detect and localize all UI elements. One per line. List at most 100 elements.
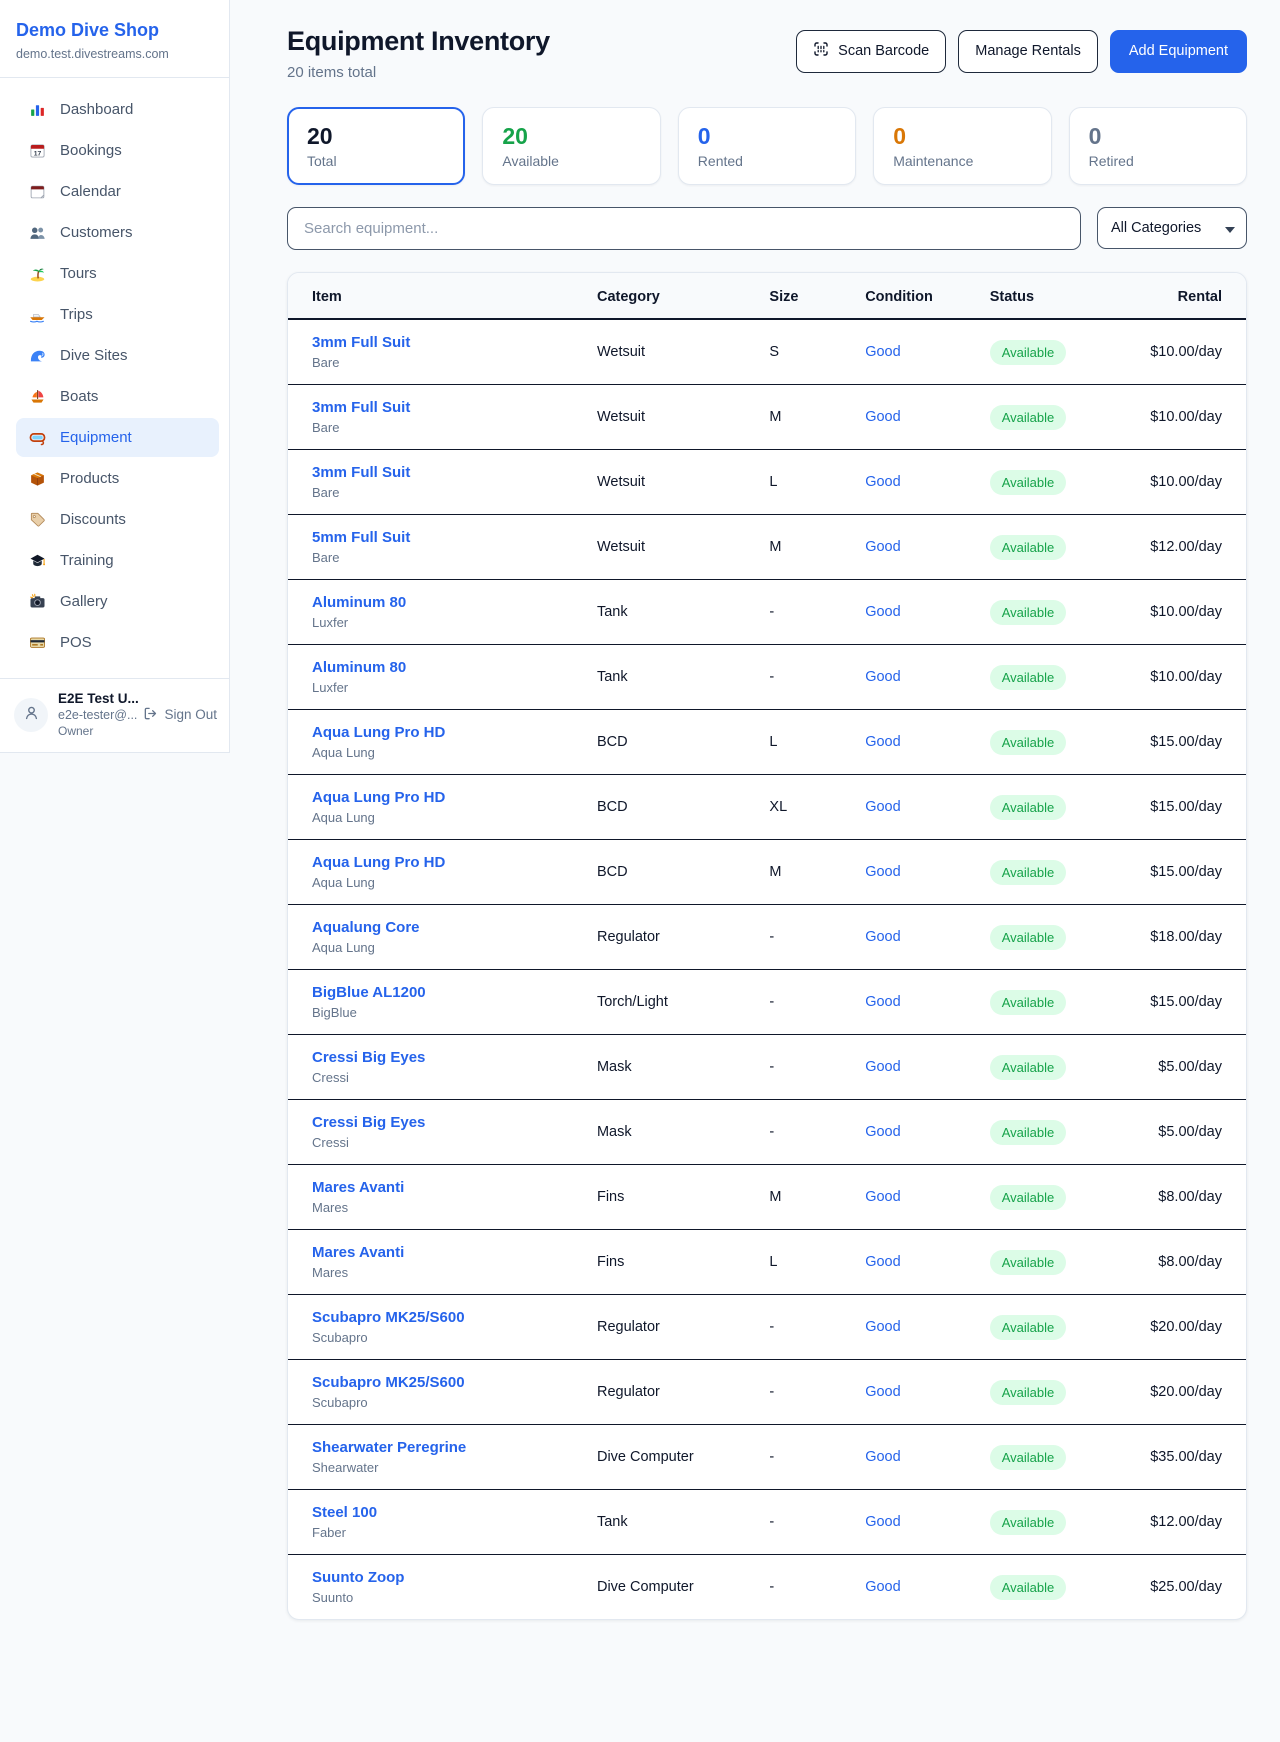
condition-link[interactable]: Good [865, 1514, 900, 1530]
status-badge: Available [990, 1380, 1067, 1405]
sidebar-item-boats[interactable]: Boats [16, 377, 219, 416]
table-row[interactable]: BigBlue AL1200BigBlueTorch/Light-GoodAva… [288, 970, 1246, 1035]
condition-link[interactable]: Good [865, 344, 900, 360]
table-row[interactable]: 5mm Full SuitBareWetsuitMGoodAvailable$1… [288, 515, 1246, 580]
sidebar-item-equipment[interactable]: Equipment [16, 418, 219, 457]
table-row[interactable]: Cressi Big EyesCressiMask-GoodAvailable$… [288, 1100, 1246, 1165]
sidebar-item-label: Products [60, 470, 119, 487]
item-name-link[interactable]: Steel 100 [312, 1504, 573, 1521]
sidebar-item-gallery[interactable]: Gallery [16, 582, 219, 621]
condition-link[interactable]: Good [865, 1579, 900, 1595]
category-cell: Wetsuit [585, 385, 757, 450]
item-name-link[interactable]: Aluminum 80 [312, 594, 573, 611]
sidebar-item-trips[interactable]: Trips [16, 295, 219, 334]
item-name-link[interactable]: Aqualung Core [312, 919, 573, 936]
condition-link[interactable]: Good [865, 1189, 900, 1205]
stat-card-total[interactable]: 20Total [287, 107, 465, 185]
search-input[interactable] [287, 207, 1081, 250]
table-row[interactable]: Aqua Lung Pro HDAqua LungBCDXLGoodAvaila… [288, 775, 1246, 840]
table-row[interactable]: Mares AvantiMaresFinsMGoodAvailable$8.00… [288, 1165, 1246, 1230]
table-row[interactable]: Suunto ZoopSuuntoDive Computer-GoodAvail… [288, 1555, 1246, 1620]
item-cell: Aluminum 80Luxfer [288, 580, 585, 645]
item-brand: Bare [312, 420, 573, 435]
sidebar-item-tours[interactable]: Tours [16, 254, 219, 293]
sidebar-item-bookings[interactable]: 17Bookings [16, 131, 219, 170]
table-row[interactable]: Aluminum 80LuxferTank-GoodAvailable$10.0… [288, 580, 1246, 645]
table-row[interactable]: 3mm Full SuitBareWetsuitMGoodAvailable$1… [288, 385, 1246, 450]
sidebar-item-calendar[interactable]: Calendar [16, 172, 219, 211]
table-row[interactable]: Cressi Big EyesCressiMask-GoodAvailable$… [288, 1035, 1246, 1100]
table-row[interactable]: Aqua Lung Pro HDAqua LungBCDLGoodAvailab… [288, 710, 1246, 775]
sidebar-item-pos[interactable]: POS [16, 623, 219, 662]
item-name-link[interactable]: 3mm Full Suit [312, 464, 573, 481]
condition-link[interactable]: Good [865, 1319, 900, 1335]
condition-link[interactable]: Good [865, 409, 900, 425]
rental-cell: $15.00/day [1121, 840, 1246, 905]
item-name-link[interactable]: Cressi Big Eyes [312, 1049, 573, 1066]
item-name-link[interactable]: 3mm Full Suit [312, 334, 573, 351]
table-row[interactable]: Scubapro MK25/S600ScubaproRegulator-Good… [288, 1295, 1246, 1360]
stat-card-retired[interactable]: 0Retired [1069, 107, 1247, 185]
stat-card-rented[interactable]: 0Rented [678, 107, 856, 185]
item-name-link[interactable]: Aqua Lung Pro HD [312, 724, 573, 741]
table-row[interactable]: Shearwater PeregrineShearwaterDive Compu… [288, 1425, 1246, 1490]
add-equipment-button[interactable]: Add Equipment [1110, 30, 1247, 73]
condition-link[interactable]: Good [865, 474, 900, 490]
item-name-link[interactable]: Aluminum 80 [312, 659, 573, 676]
rental-cell: $10.00/day [1121, 319, 1246, 385]
item-name-link[interactable]: 5mm Full Suit [312, 529, 573, 546]
table-row[interactable]: 3mm Full SuitBareWetsuitLGoodAvailable$1… [288, 450, 1246, 515]
condition-link[interactable]: Good [865, 669, 900, 685]
sign-out-button[interactable]: Sign Out [143, 706, 217, 724]
item-name-link[interactable]: Scubapro MK25/S600 [312, 1309, 573, 1326]
item-name-link[interactable]: 3mm Full Suit [312, 399, 573, 416]
item-name-link[interactable]: Aqua Lung Pro HD [312, 789, 573, 806]
condition-link[interactable]: Good [865, 1254, 900, 1270]
rental-cell: $20.00/day [1121, 1295, 1246, 1360]
table-row[interactable]: Mares AvantiMaresFinsLGoodAvailable$8.00… [288, 1230, 1246, 1295]
condition-link[interactable]: Good [865, 864, 900, 880]
category-cell: Fins [585, 1165, 757, 1230]
category-cell: Mask [585, 1100, 757, 1165]
item-cell: Aqualung CoreAqua Lung [288, 905, 585, 970]
item-name-link[interactable]: BigBlue AL1200 [312, 984, 573, 1001]
sidebar-item-dive-sites[interactable]: Dive Sites [16, 336, 219, 375]
table-row[interactable]: Aluminum 80LuxferTank-GoodAvailable$10.0… [288, 645, 1246, 710]
item-name-link[interactable]: Scubapro MK25/S600 [312, 1374, 573, 1391]
sidebar-item-products[interactable]: Products [16, 459, 219, 498]
item-name-link[interactable]: Mares Avanti [312, 1179, 573, 1196]
condition-link[interactable]: Good [865, 799, 900, 815]
sidebar-item-dashboard[interactable]: Dashboard [16, 90, 219, 129]
condition-link[interactable]: Good [865, 1449, 900, 1465]
item-name-link[interactable]: Suunto Zoop [312, 1569, 573, 1586]
condition-link[interactable]: Good [865, 604, 900, 620]
condition-link[interactable]: Good [865, 929, 900, 945]
table-row[interactable]: 3mm Full SuitBareWetsuitSGoodAvailable$1… [288, 319, 1246, 385]
sidebar-item-training[interactable]: Training [16, 541, 219, 580]
scan-barcode-button[interactable]: Scan Barcode [796, 30, 946, 73]
condition-link[interactable]: Good [865, 539, 900, 555]
condition-link[interactable]: Good [865, 1059, 900, 1075]
condition-link[interactable]: Good [865, 1124, 900, 1140]
condition-link[interactable]: Good [865, 1384, 900, 1400]
brand-name[interactable]: Demo Dive Shop [16, 20, 213, 41]
size-cell: - [757, 1425, 853, 1490]
condition-link[interactable]: Good [865, 734, 900, 750]
item-name-link[interactable]: Shearwater Peregrine [312, 1439, 573, 1456]
brand-domain: demo.test.divestreams.com [16, 47, 213, 61]
category-select[interactable]: All Categories [1097, 207, 1247, 249]
stat-card-available[interactable]: 20Available [482, 107, 660, 185]
table-row[interactable]: Aqua Lung Pro HDAqua LungBCDMGoodAvailab… [288, 840, 1246, 905]
item-name-link[interactable]: Aqua Lung Pro HD [312, 854, 573, 871]
item-name-link[interactable]: Mares Avanti [312, 1244, 573, 1261]
item-name-link[interactable]: Cressi Big Eyes [312, 1114, 573, 1131]
size-cell: - [757, 580, 853, 645]
sidebar-item-discounts[interactable]: Discounts [16, 500, 219, 539]
manage-rentals-button[interactable]: Manage Rentals [958, 30, 1098, 73]
condition-link[interactable]: Good [865, 994, 900, 1010]
sidebar-item-customers[interactable]: Customers [16, 213, 219, 252]
table-row[interactable]: Aqualung CoreAqua LungRegulator-GoodAvai… [288, 905, 1246, 970]
table-row[interactable]: Scubapro MK25/S600ScubaproRegulator-Good… [288, 1360, 1246, 1425]
table-row[interactable]: Steel 100FaberTank-GoodAvailable$12.00/d… [288, 1490, 1246, 1555]
stat-card-maintenance[interactable]: 0Maintenance [873, 107, 1051, 185]
